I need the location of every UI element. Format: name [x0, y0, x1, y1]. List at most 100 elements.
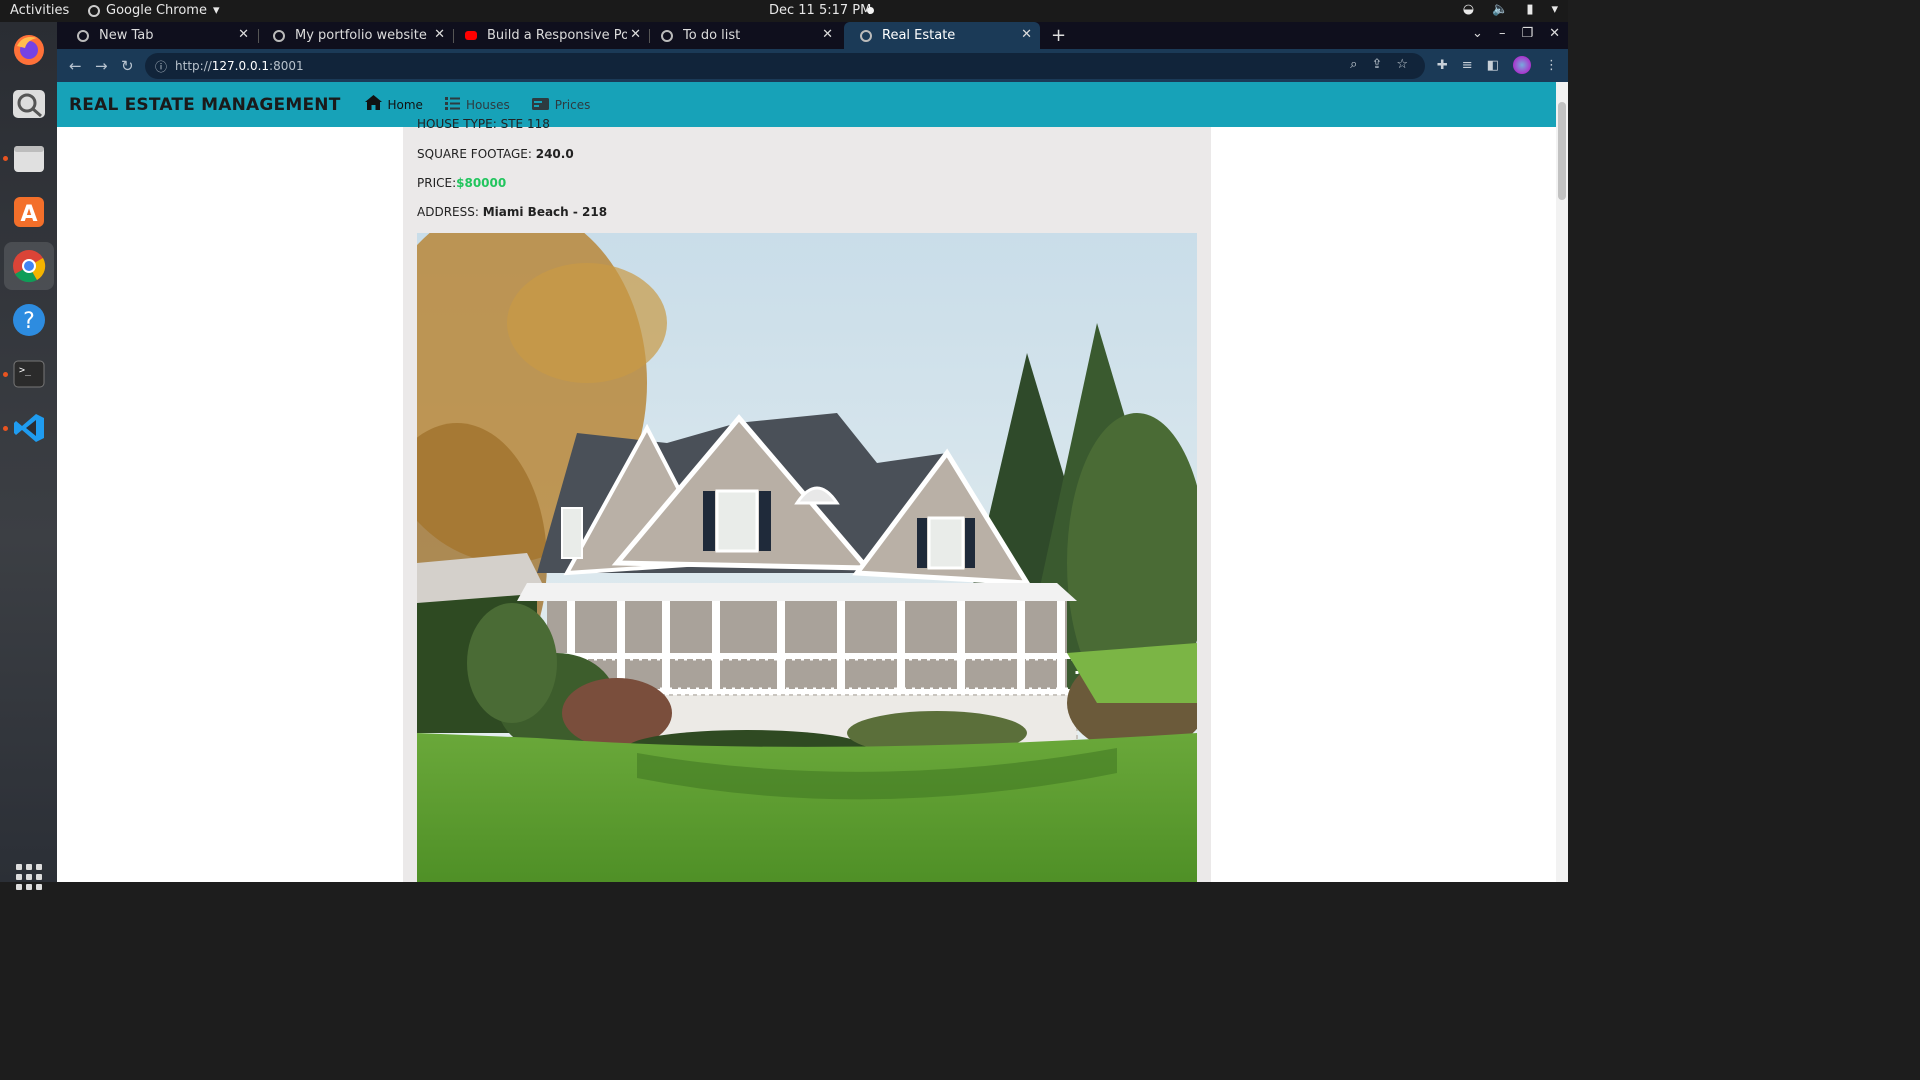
- omnibox-actions: ⌕ ⇪ ☆: [1350, 57, 1408, 72]
- tab-real-estate[interactable]: Real Estate ✕: [844, 22, 1040, 49]
- extensions-icon[interactable]: ✚: [1437, 58, 1448, 73]
- page-viewport: REAL ESTATE MANAGEMENT Home Houses Price…: [57, 82, 1568, 882]
- files-icon[interactable]: [9, 138, 49, 178]
- search-tool-icon[interactable]: [9, 84, 49, 124]
- home-icon: [364, 95, 382, 114]
- tab-label: Real Estate: [882, 28, 956, 43]
- listing-card: HOUSE TYPE: STE 118 SQUARE FOOTAGE: 240.…: [403, 117, 1211, 882]
- side-panel-icon[interactable]: ◧: [1487, 58, 1499, 73]
- window-controls: ⌄ – ❐ ✕: [1472, 26, 1560, 41]
- app-menu[interactable]: Google Chrome ▾: [88, 3, 220, 18]
- toolbar-actions: ✚ ≡ ◧ ⋮: [1437, 56, 1558, 74]
- tab-label: To do list: [683, 28, 741, 43]
- tab-youtube[interactable]: Build a Responsive Portfo ✕: [449, 22, 649, 49]
- activities-button[interactable]: Activities: [10, 3, 69, 18]
- nav-label: Houses: [465, 97, 510, 112]
- terminal-icon[interactable]: >_: [9, 354, 49, 394]
- vscode-icon[interactable]: [9, 408, 49, 448]
- nav-houses[interactable]: Houses: [444, 96, 510, 114]
- youtube-icon: [465, 31, 477, 40]
- chrome-icon: [88, 4, 100, 17]
- price-value: $80000: [456, 176, 507, 190]
- square-footage: SQUARE FOOTAGE: 240.0: [417, 147, 574, 161]
- list-icon: [444, 96, 460, 114]
- tab-todo[interactable]: To do list ✕: [645, 22, 841, 49]
- nav-prices[interactable]: Prices: [531, 96, 591, 114]
- price: PRICE:$80000: [417, 176, 506, 190]
- svg-text:>_: >_: [19, 365, 32, 376]
- running-indicator: [3, 426, 8, 431]
- battery-icon[interactable]: ▮: [1526, 2, 1533, 17]
- forward-icon[interactable]: →: [95, 57, 108, 75]
- close-icon[interactable]: ✕: [238, 27, 249, 42]
- show-apps-icon[interactable]: [16, 864, 42, 890]
- caret-down-icon: ▾: [212, 3, 220, 18]
- help-icon[interactable]: ?: [9, 300, 49, 340]
- field-label: PRICE:: [417, 176, 457, 190]
- profile-avatar[interactable]: [1513, 56, 1531, 74]
- bookmark-star-icon[interactable]: ☆: [1396, 57, 1408, 72]
- running-indicator: [3, 156, 8, 161]
- browser-toolbar: ← → ↻ ⓘ http://127.0.0.1:8001 ⌕ ⇪ ☆ ✚ ≡ …: [57, 49, 1568, 82]
- close-icon[interactable]: ✕: [630, 27, 641, 42]
- chat-icon[interactable]: ◒: [1463, 2, 1474, 17]
- clock[interactable]: Dec 11 5:17 PM: [769, 3, 871, 18]
- nav-home[interactable]: Home: [364, 95, 423, 114]
- reload-icon[interactable]: ↻: [121, 57, 134, 75]
- back-icon[interactable]: ←: [69, 57, 82, 75]
- globe-icon: [77, 29, 89, 42]
- tab-label: Build a Responsive Portfo: [487, 28, 627, 43]
- running-indicator: [3, 372, 8, 377]
- system-top-bar: Activities Google Chrome ▾ Dec 11 5:17 P…: [0, 0, 1568, 22]
- info-icon[interactable]: ⓘ: [155, 58, 167, 75]
- reading-list-icon[interactable]: ≡: [1462, 58, 1473, 73]
- url-text: http://127.0.0.1:8001: [175, 59, 304, 73]
- firefox-icon[interactable]: [9, 30, 49, 70]
- site-navbar: REAL ESTATE MANAGEMENT Home Houses Price…: [57, 82, 1556, 127]
- chevron-down-icon[interactable]: ▾: [1551, 2, 1558, 17]
- close-icon[interactable]: ✕: [434, 27, 445, 42]
- tab-new-tab[interactable]: New Tab ✕: [61, 22, 257, 49]
- nav-label: Prices: [554, 97, 591, 112]
- tab-strip: New Tab ✕ My portfolio website ✕ Build a…: [57, 22, 1568, 49]
- field-value: Miami Beach - 218: [482, 205, 608, 219]
- svg-text:?: ?: [23, 309, 35, 334]
- address: ADDRESS: Miami Beach - 218: [417, 205, 607, 219]
- close-window-icon[interactable]: ✕: [1549, 26, 1560, 41]
- globe-icon: [661, 29, 673, 42]
- recording-indicator: [867, 7, 874, 14]
- tab-label: My portfolio website: [295, 28, 427, 43]
- house-photo: [417, 233, 1197, 882]
- scrollbar-thumb[interactable]: [1558, 102, 1566, 200]
- new-tab-button[interactable]: +: [1051, 25, 1066, 46]
- volume-icon[interactable]: 🔈: [1492, 2, 1508, 17]
- nav-label: Home: [387, 97, 423, 112]
- minimize-icon[interactable]: –: [1499, 26, 1506, 41]
- close-icon[interactable]: ✕: [1021, 27, 1032, 42]
- money-icon: [531, 96, 549, 114]
- app-name: Google Chrome: [106, 3, 207, 18]
- field-label: SQUARE FOOTAGE:: [417, 147, 532, 161]
- globe-icon: [860, 29, 872, 42]
- tab-portfolio[interactable]: My portfolio website ✕: [257, 22, 453, 49]
- field-label: ADDRESS:: [417, 205, 479, 219]
- field-value: 240.0: [535, 147, 574, 161]
- address-bar[interactable]: ⓘ http://127.0.0.1:8001: [145, 53, 1425, 79]
- maximize-icon[interactable]: ❐: [1521, 26, 1533, 41]
- tab-label: New Tab: [99, 28, 154, 43]
- globe-icon: [273, 29, 285, 42]
- chrome-icon[interactable]: [4, 242, 54, 290]
- page-scrollbar[interactable]: [1556, 82, 1568, 882]
- share-icon[interactable]: ⇪: [1371, 57, 1382, 72]
- dock: A ? >_: [0, 22, 57, 890]
- close-icon[interactable]: ✕: [822, 27, 833, 42]
- svg-text:A: A: [20, 202, 37, 227]
- software-center-icon[interactable]: A: [9, 192, 49, 232]
- tab-search-icon[interactable]: ⌄: [1472, 26, 1483, 41]
- menu-icon[interactable]: ⋮: [1545, 58, 1558, 73]
- site-brand[interactable]: REAL ESTATE MANAGEMENT: [69, 95, 341, 115]
- system-tray[interactable]: ◒ 🔈 ▮ ▾: [1463, 2, 1558, 17]
- zoom-icon[interactable]: ⌕: [1350, 57, 1357, 72]
- house-type-line: HOUSE TYPE: STE 118: [417, 117, 550, 131]
- browser-window: New Tab ✕ My portfolio website ✕ Build a…: [57, 22, 1568, 882]
